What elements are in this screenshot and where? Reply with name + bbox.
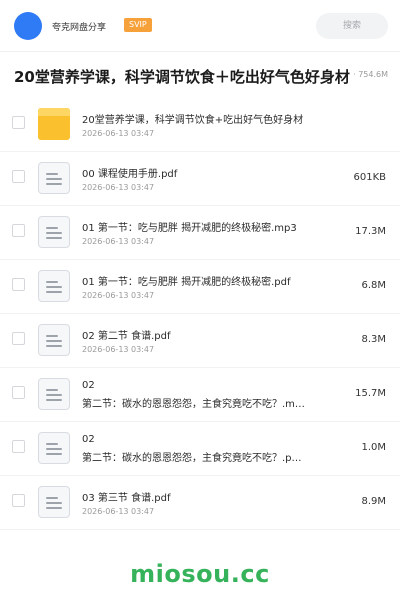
search-input[interactable]: 搜索 xyxy=(316,13,388,39)
file-name: 01 第一节：吃与肥胖 揭开减肥的终极秘密.mp3 xyxy=(82,223,297,234)
file-name-line2: 第二节：碳水的恩恩怨怨，主食究竟吃不吃？.p… xyxy=(82,453,302,464)
file-size: 8.9M xyxy=(361,496,386,507)
file-row-6[interactable]: 02 第二节：碳水的恩恩怨怨，主食究竟吃不吃？.p… 1.0M xyxy=(0,422,400,476)
file-size: 1.0M xyxy=(361,442,386,453)
file-size: 8.3M xyxy=(361,334,386,345)
app-name: 夸克网盘分享 xyxy=(52,23,107,33)
share-title-bar: 20堂营养学课，科学调节饮食＋吃出好气色好身材 754.6M xyxy=(0,52,400,98)
file-row-2[interactable]: 01 第一节：吃与肥胖 揭开减肥的终极秘密.mp3 2026-06-13 03:… xyxy=(0,206,400,260)
file-size: 15.7M xyxy=(355,388,386,399)
site-watermark: miosou.cc xyxy=(130,560,270,588)
folder-icon xyxy=(38,108,70,140)
file-name-line2: 第二节：碳水的恩恩怨怨，主食究竟吃不吃？.m… xyxy=(82,399,305,410)
user-avatar[interactable] xyxy=(14,12,42,40)
document-icon xyxy=(38,432,70,464)
file-name-line1: 02 xyxy=(82,380,95,391)
select-checkbox[interactable] xyxy=(12,224,25,237)
document-icon xyxy=(38,324,70,356)
file-date: 2026-06-13 03:47 xyxy=(82,129,155,138)
document-icon xyxy=(38,216,70,248)
file-name: 20堂营养学课，科学调节饮食+吃出好气色好身材 xyxy=(82,115,304,126)
file-name: 02 第二节 食谱.pdf xyxy=(82,331,171,342)
select-checkbox[interactable] xyxy=(12,494,25,507)
document-icon xyxy=(38,270,70,302)
file-name-line1: 02 xyxy=(82,434,95,445)
select-checkbox[interactable] xyxy=(12,116,25,129)
file-name: 03 第三节 食谱.pdf xyxy=(82,493,171,504)
file-size: 601KB xyxy=(353,172,386,183)
file-date: 2026-06-13 03:47 xyxy=(82,183,155,192)
top-bar: 夸克网盘分享 SVIP 搜索 xyxy=(0,0,400,52)
file-size: 6.8M xyxy=(361,280,386,291)
file-list: 20堂营养学课，科学调节饮食+吃出好气色好身材 2026-06-13 03:47… xyxy=(0,98,400,530)
select-checkbox[interactable] xyxy=(12,440,25,453)
file-row-0[interactable]: 20堂营养学课，科学调节饮食+吃出好气色好身材 2026-06-13 03:47 xyxy=(0,98,400,152)
select-checkbox[interactable] xyxy=(12,332,25,345)
file-size: 17.3M xyxy=(355,226,386,237)
select-checkbox[interactable] xyxy=(12,386,25,399)
document-icon xyxy=(38,162,70,194)
file-row-1[interactable]: 00 课程使用手册.pdf 2026-06-13 03:47 601KB xyxy=(0,152,400,206)
document-icon xyxy=(38,486,70,518)
svip-badge: SVIP xyxy=(124,18,152,32)
file-row-5[interactable]: 02 第二节：碳水的恩恩怨怨，主食究竟吃不吃？.m… 15.7M xyxy=(0,368,400,422)
file-name: 00 课程使用手册.pdf xyxy=(82,169,178,180)
share-title: 20堂营养学课，科学调节饮食＋吃出好气色好身材 xyxy=(14,68,350,86)
select-checkbox[interactable] xyxy=(12,170,25,183)
file-name: 02 第二节：碳水的恩恩怨怨，主食究竟吃不吃？.p… xyxy=(82,430,342,468)
file-date: 2026-06-13 03:47 xyxy=(82,345,155,354)
total-size: 754.6M xyxy=(353,70,388,79)
file-name: 02 第二节：碳水的恩恩怨怨，主食究竟吃不吃？.m… xyxy=(82,376,342,414)
select-checkbox[interactable] xyxy=(12,278,25,291)
file-date: 2026-06-13 03:47 xyxy=(82,507,155,516)
file-row-3[interactable]: 01 第一节：吃与肥胖 揭开减肥的终极秘密.pdf 2026-06-13 03:… xyxy=(0,260,400,314)
file-date: 2026-06-13 03:47 xyxy=(82,237,155,246)
file-row-4[interactable]: 02 第二节 食谱.pdf 2026-06-13 03:47 8.3M xyxy=(0,314,400,368)
file-row-7[interactable]: 03 第三节 食谱.pdf 2026-06-13 03:47 8.9M xyxy=(0,476,400,530)
file-date: 2026-06-13 03:47 xyxy=(82,291,155,300)
document-icon xyxy=(38,378,70,410)
file-name: 01 第一节：吃与肥胖 揭开减肥的终极秘密.pdf xyxy=(82,277,291,288)
